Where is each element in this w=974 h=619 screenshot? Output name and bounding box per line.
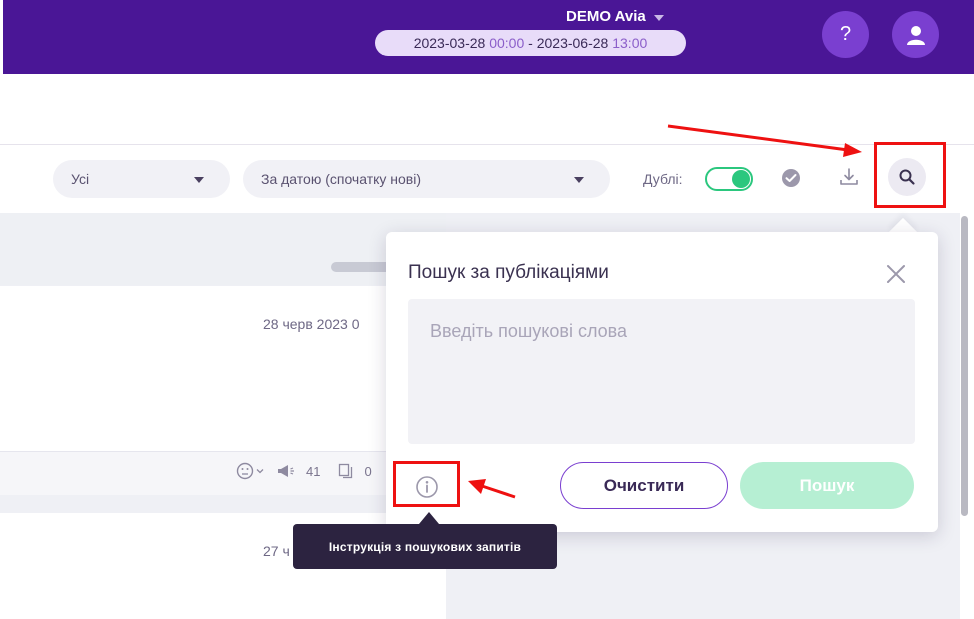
toggle-knob <box>732 170 750 188</box>
user-menu-button[interactable] <box>892 11 939 58</box>
help-button[interactable]: ? <box>822 11 869 58</box>
section-divider <box>0 144 974 145</box>
type-filter-value: Усі <box>71 171 90 187</box>
sort-select[interactable]: За датою (спочатку нові) <box>243 160 610 198</box>
megaphone-icon <box>278 465 294 477</box>
mentions-count: 41 <box>306 463 321 479</box>
type-filter-select[interactable]: Усі <box>53 160 230 198</box>
emoji-icon[interactable] <box>236 462 266 480</box>
search-submit-button[interactable]: Пошук <box>740 462 914 509</box>
time-to: 13:00 <box>612 35 648 51</box>
arrow-to-search <box>667 124 849 152</box>
chevron-down-icon <box>574 177 584 183</box>
publication-date: 28 черв 2023 0 <box>263 316 360 332</box>
date-to: 2023-06-28 <box>536 35 609 51</box>
chevron-down-icon <box>653 14 664 21</box>
feed-header <box>0 213 446 285</box>
search-popup-title: Пошук за публікаціями <box>408 262 609 283</box>
feed-pager-bar <box>331 262 391 272</box>
sort-value: За датою (спочатку нові) <box>261 171 422 187</box>
date-separator: - <box>524 35 537 51</box>
duplicates-toggle[interactable] <box>705 167 753 191</box>
publication-date: 27 ч <box>263 543 290 559</box>
publication-stats: 41 0 <box>236 462 372 480</box>
search-popup: Пошук за публікаціями Очистити Пошук <box>386 232 938 532</box>
scrollbar[interactable] <box>961 216 968 516</box>
time-from: 00:00 <box>489 35 525 51</box>
project-name: DEMO Avia <box>566 8 646 25</box>
top-bar: DEMO Avia 2023-03-28 00:00 - 2023-06-28 … <box>0 0 974 74</box>
publication-card[interactable] <box>0 286 446 451</box>
tooltip-pointer <box>419 512 439 524</box>
highlight-search-button <box>874 142 946 208</box>
clear-button[interactable]: Очистити <box>560 462 728 509</box>
check-circle-icon[interactable] <box>781 168 801 188</box>
copy-icon <box>339 463 353 479</box>
search-help-tooltip: Інструкція з пошукових запитів <box>293 524 557 569</box>
publication-card-footer <box>0 451 446 495</box>
question-icon: ? <box>839 23 852 45</box>
close-icon[interactable] <box>884 262 908 286</box>
download-icon[interactable] <box>838 166 860 188</box>
date-from: 2023-03-28 <box>413 35 486 51</box>
duplicates-label: Дублі: <box>643 171 683 187</box>
copies-count: 0 <box>364 463 372 479</box>
project-selector[interactable]: DEMO Avia <box>566 8 664 25</box>
search-input[interactable] <box>408 299 915 444</box>
date-range-picker[interactable]: 2023-03-28 00:00 - 2023-06-28 13:00 <box>375 30 686 56</box>
user-icon <box>906 25 925 45</box>
top-bar-edge <box>0 0 3 74</box>
chevron-down-icon <box>194 177 204 183</box>
highlight-info-button <box>393 461 460 507</box>
arrowhead-search <box>843 143 862 157</box>
